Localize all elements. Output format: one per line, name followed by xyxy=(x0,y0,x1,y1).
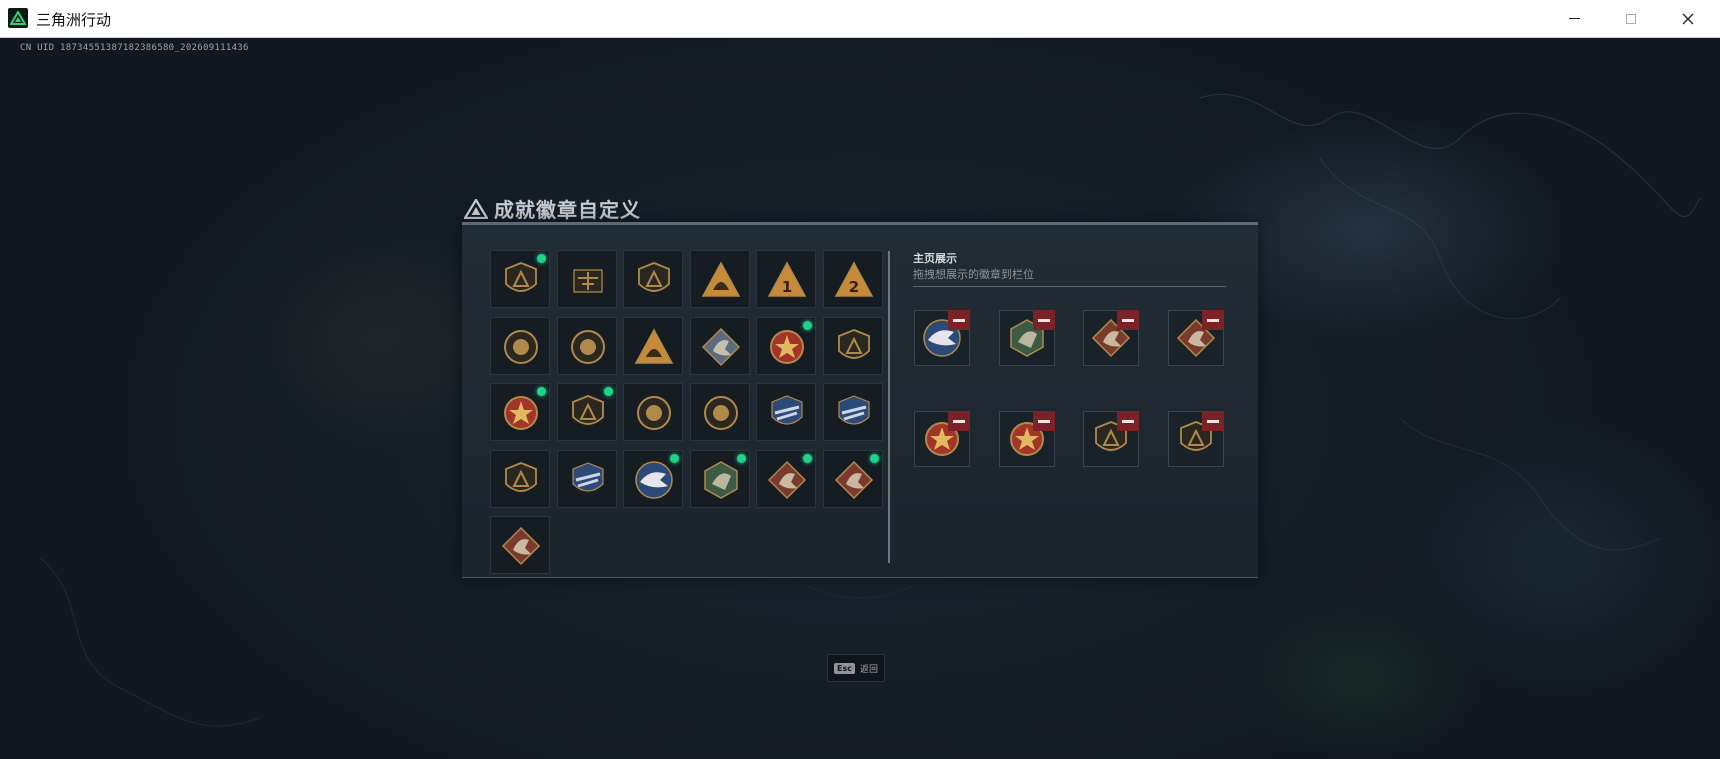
minus-icon xyxy=(1038,318,1050,322)
minus-icon xyxy=(1038,419,1050,423)
badge-slot[interactable] xyxy=(490,316,550,375)
showcase-subtitle: 拖拽想展示的徽章到栏位 xyxy=(913,268,1034,281)
badge-slot[interactable] xyxy=(490,383,550,441)
badge-slot[interactable] xyxy=(756,316,816,375)
remove-badge-button[interactable] xyxy=(1202,411,1224,431)
badge-slot[interactable] xyxy=(556,250,617,308)
back-button[interactable]: Esc 返回 xyxy=(827,654,885,682)
badge-slot[interactable] xyxy=(689,250,750,308)
badge-slot[interactable] xyxy=(623,449,683,508)
showcase-slot[interactable] xyxy=(1083,310,1139,366)
badge-slot[interactable] xyxy=(689,449,750,508)
new-indicator-dot xyxy=(803,453,812,463)
badge-slot[interactable]: 1 xyxy=(756,250,816,308)
panel-divider xyxy=(888,251,890,563)
badge-slot[interactable] xyxy=(490,449,550,508)
user-uid-text: CN UID 18734551387182386580_202609111436 xyxy=(20,43,249,53)
minus-icon xyxy=(1207,419,1219,423)
remove-badge-button[interactable] xyxy=(1202,310,1224,330)
badge-slot[interactable] xyxy=(623,250,683,308)
showcase-slot[interactable] xyxy=(999,310,1055,366)
showcase-slot[interactable] xyxy=(914,411,970,467)
app-logo-icon xyxy=(8,8,28,28)
showcase-title: 主页展示 xyxy=(913,252,957,265)
badge-slot[interactable] xyxy=(822,449,883,508)
maximize-icon xyxy=(1626,13,1636,24)
badge-slot[interactable] xyxy=(623,316,683,375)
panel-header: 成就徽章自定义 xyxy=(464,194,641,223)
panel-title: 成就徽章自定义 xyxy=(494,198,641,222)
badge-slot[interactable] xyxy=(623,383,683,441)
badge-slot[interactable] xyxy=(556,316,617,375)
remove-badge-button[interactable] xyxy=(1033,411,1055,431)
remove-badge-button[interactable] xyxy=(1117,310,1139,330)
badge-slot[interactable] xyxy=(756,383,816,441)
badge-slot[interactable] xyxy=(822,383,883,441)
esc-key-icon: Esc xyxy=(834,662,855,674)
badge-slot[interactable] xyxy=(556,383,617,441)
remove-badge-button[interactable] xyxy=(1117,411,1139,431)
window-title: 三角洲行动 xyxy=(36,11,112,29)
badge-slot[interactable] xyxy=(822,316,883,375)
new-indicator-dot xyxy=(670,453,679,463)
remove-badge-button[interactable] xyxy=(948,310,970,330)
badge-slot[interactable] xyxy=(556,449,617,508)
showcase-slot[interactable] xyxy=(914,310,970,366)
new-indicator-dot xyxy=(736,453,746,463)
badge-slot[interactable] xyxy=(689,316,750,375)
window-titlebar: 三角洲行动 xyxy=(0,0,1720,38)
badge-slot[interactable] xyxy=(490,250,550,308)
minus-icon xyxy=(953,419,965,423)
minimize-button[interactable] xyxy=(1546,0,1602,37)
showcase-slot[interactable] xyxy=(1083,411,1139,467)
close-button[interactable] xyxy=(1660,0,1716,37)
new-indicator-dot xyxy=(603,387,613,396)
showcase-divider xyxy=(913,286,1226,287)
badge-slot[interactable]: 2 xyxy=(822,250,883,308)
minimize-icon xyxy=(1568,18,1580,19)
new-indicator-dot xyxy=(803,320,812,330)
badge-slot[interactable] xyxy=(490,516,550,574)
new-indicator-dot xyxy=(869,453,879,463)
back-label: 返回 xyxy=(859,664,878,675)
new-indicator-dot xyxy=(537,387,546,396)
badge-slot[interactable] xyxy=(756,449,816,508)
svg-text:1: 1 xyxy=(782,278,792,296)
new-indicator-dot xyxy=(537,254,546,263)
maximize-button[interactable] xyxy=(1603,0,1659,37)
svg-text:2: 2 xyxy=(848,278,858,296)
close-icon xyxy=(1682,13,1694,24)
remove-badge-button[interactable] xyxy=(948,411,970,431)
triangle-emblem-icon xyxy=(464,198,488,219)
showcase-slot[interactable] xyxy=(999,411,1055,467)
showcase-slot[interactable] xyxy=(1168,310,1224,366)
minus-icon xyxy=(1122,419,1134,423)
minus-icon xyxy=(1122,318,1134,322)
minus-icon xyxy=(953,318,965,322)
minus-icon xyxy=(1207,318,1219,322)
badge-slot[interactable] xyxy=(689,383,750,441)
showcase-slot[interactable] xyxy=(1168,411,1224,467)
remove-badge-button[interactable] xyxy=(1033,310,1055,330)
